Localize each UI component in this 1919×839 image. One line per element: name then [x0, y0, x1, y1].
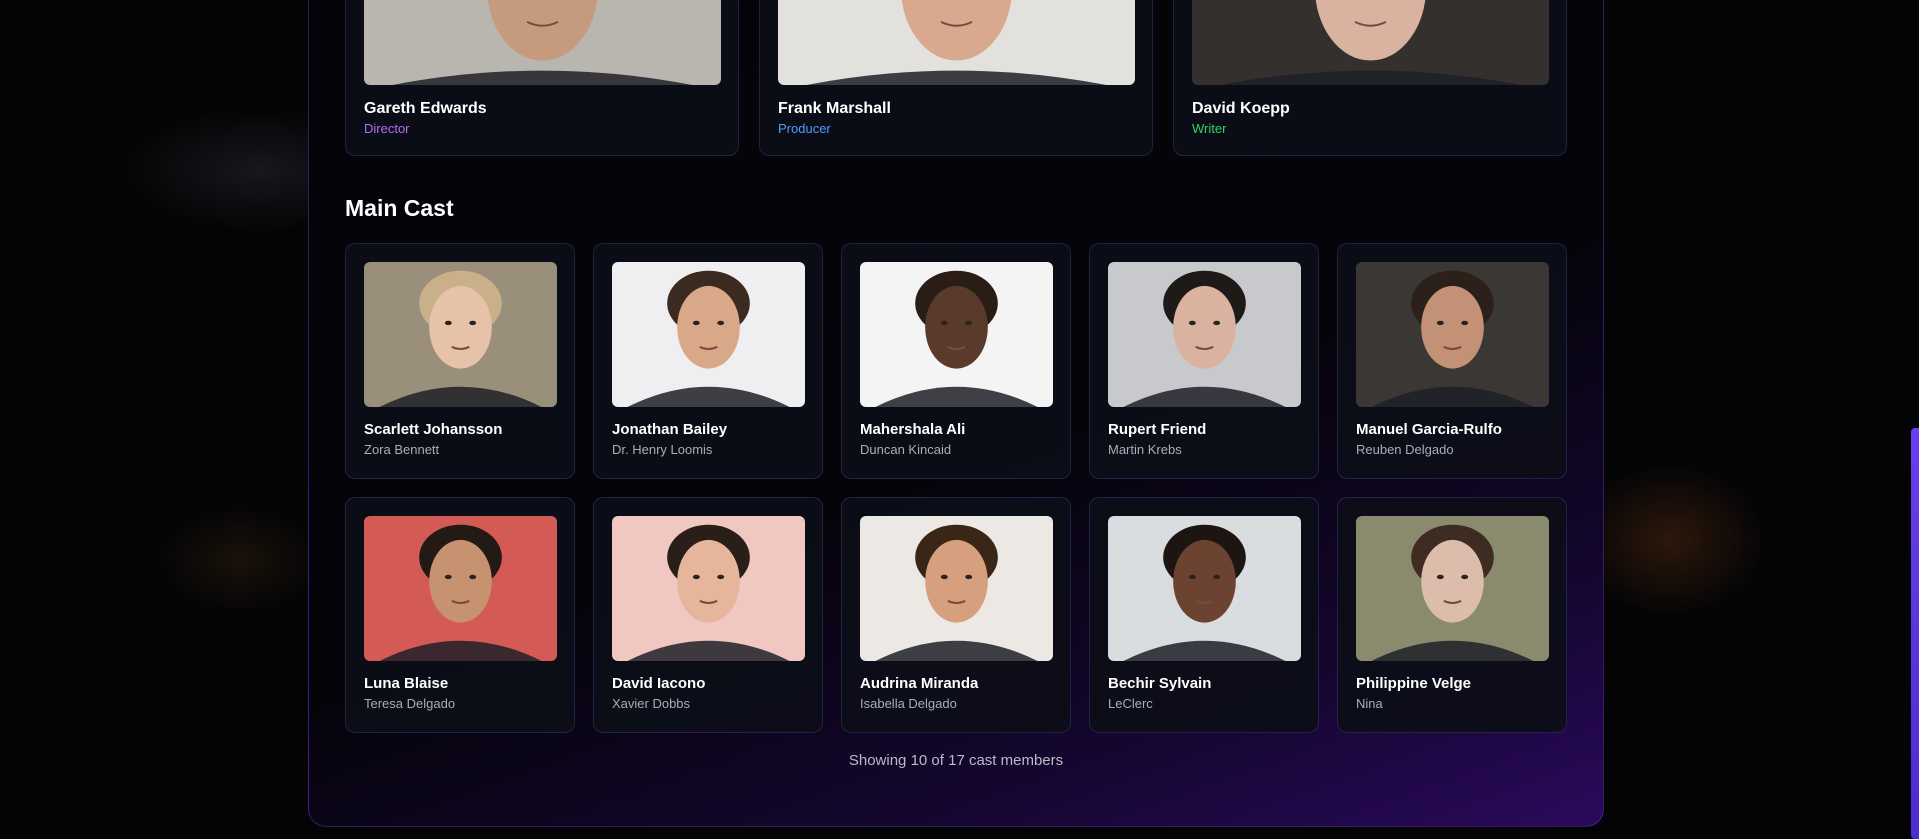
crew-role: Producer — [778, 121, 831, 136]
cast-card[interactable]: Audrina Miranda Isabella Delgado — [841, 497, 1071, 733]
cast-photo — [612, 262, 805, 407]
cast-name: David Iacono — [612, 675, 706, 692]
cast-photo — [1108, 262, 1301, 407]
cast-photo — [364, 262, 557, 407]
cast-card[interactable]: Scarlett Johansson Zora Bennett — [345, 243, 575, 479]
page-scrollbar[interactable] — [1911, 428, 1919, 839]
cast-character: Xavier Dobbs — [612, 696, 691, 711]
cast-character: Duncan Kincaid — [860, 442, 952, 457]
cast-card[interactable]: David Iacono Xavier Dobbs — [593, 497, 823, 733]
cast-card[interactable]: Jonathan Bailey Dr. Henry Loomis — [593, 243, 823, 479]
cast-photo — [1108, 516, 1301, 661]
crew-name: Gareth Edwards — [364, 100, 487, 117]
crew-photo — [364, 0, 721, 85]
cast-character: Isabella Delgado — [860, 696, 957, 711]
cast-photo — [860, 516, 1053, 661]
cast-name: Audrina Miranda — [860, 675, 979, 692]
cast-name: Jonathan Bailey — [612, 421, 728, 438]
cast-card[interactable]: Rupert Friend Martin Krebs — [1089, 243, 1319, 479]
cast-name: Manuel Garcia-Rulfo — [1356, 421, 1502, 438]
cast-card[interactable]: Philippine Velge Nina — [1337, 497, 1567, 733]
cast-card[interactable]: Luna Blaise Teresa Delgado — [345, 497, 575, 733]
cast-name: Rupert Friend — [1108, 421, 1207, 438]
cast-card[interactable]: Manuel Garcia-Rulfo Reuben Delgado — [1337, 243, 1567, 479]
cast-card[interactable]: Bechir Sylvain LeClerc — [1089, 497, 1319, 733]
main-cast-grid: Scarlett Johansson Zora Bennett Jonathan… — [345, 243, 1567, 733]
crew-row: Gareth Edwards Director Frank Marshall P… — [345, 0, 1567, 156]
cast-photo — [1356, 262, 1549, 407]
crew-card[interactable]: David Koepp Writer — [1173, 0, 1567, 156]
cast-character: Nina — [1356, 696, 1383, 711]
cast-name: Luna Blaise — [364, 675, 449, 692]
cast-character: Martin Krebs — [1108, 442, 1182, 457]
cast-character: Reuben Delgado — [1356, 442, 1454, 457]
cast-character: LeClerc — [1108, 696, 1153, 711]
cast-count-text: Showing 10 of 17 cast members — [848, 752, 1064, 769]
crew-role: Director — [364, 121, 410, 136]
cast-name: Mahershala Ali — [860, 421, 966, 438]
cast-photo — [1356, 516, 1549, 661]
cast-character: Zora Bennett — [364, 442, 440, 457]
cast-photo — [364, 516, 557, 661]
cast-card[interactable]: Mahershala Ali Duncan Kincaid — [841, 243, 1071, 479]
crew-photo — [1192, 0, 1549, 85]
crew-card[interactable]: Gareth Edwards Director — [345, 0, 739, 156]
cast-photo — [612, 516, 805, 661]
cast-character: Dr. Henry Loomis — [612, 442, 713, 457]
cast-character: Teresa Delgado — [364, 696, 456, 711]
cast-name: Philippine Velge — [1356, 675, 1472, 692]
crew-name: David Koepp — [1192, 100, 1290, 117]
crew-photo — [778, 0, 1135, 85]
cast-name: Bechir Sylvain — [1108, 675, 1212, 692]
cast-name: Scarlett Johansson — [364, 421, 503, 438]
cast-crew-panel: Gareth Edwards Director Frank Marshall P… — [308, 0, 1604, 827]
main-cast-heading: Main Cast — [345, 195, 454, 221]
crew-role: Writer — [1192, 121, 1227, 136]
crew-card[interactable]: Frank Marshall Producer — [759, 0, 1153, 156]
cast-photo — [860, 262, 1053, 407]
crew-name: Frank Marshall — [778, 100, 891, 117]
